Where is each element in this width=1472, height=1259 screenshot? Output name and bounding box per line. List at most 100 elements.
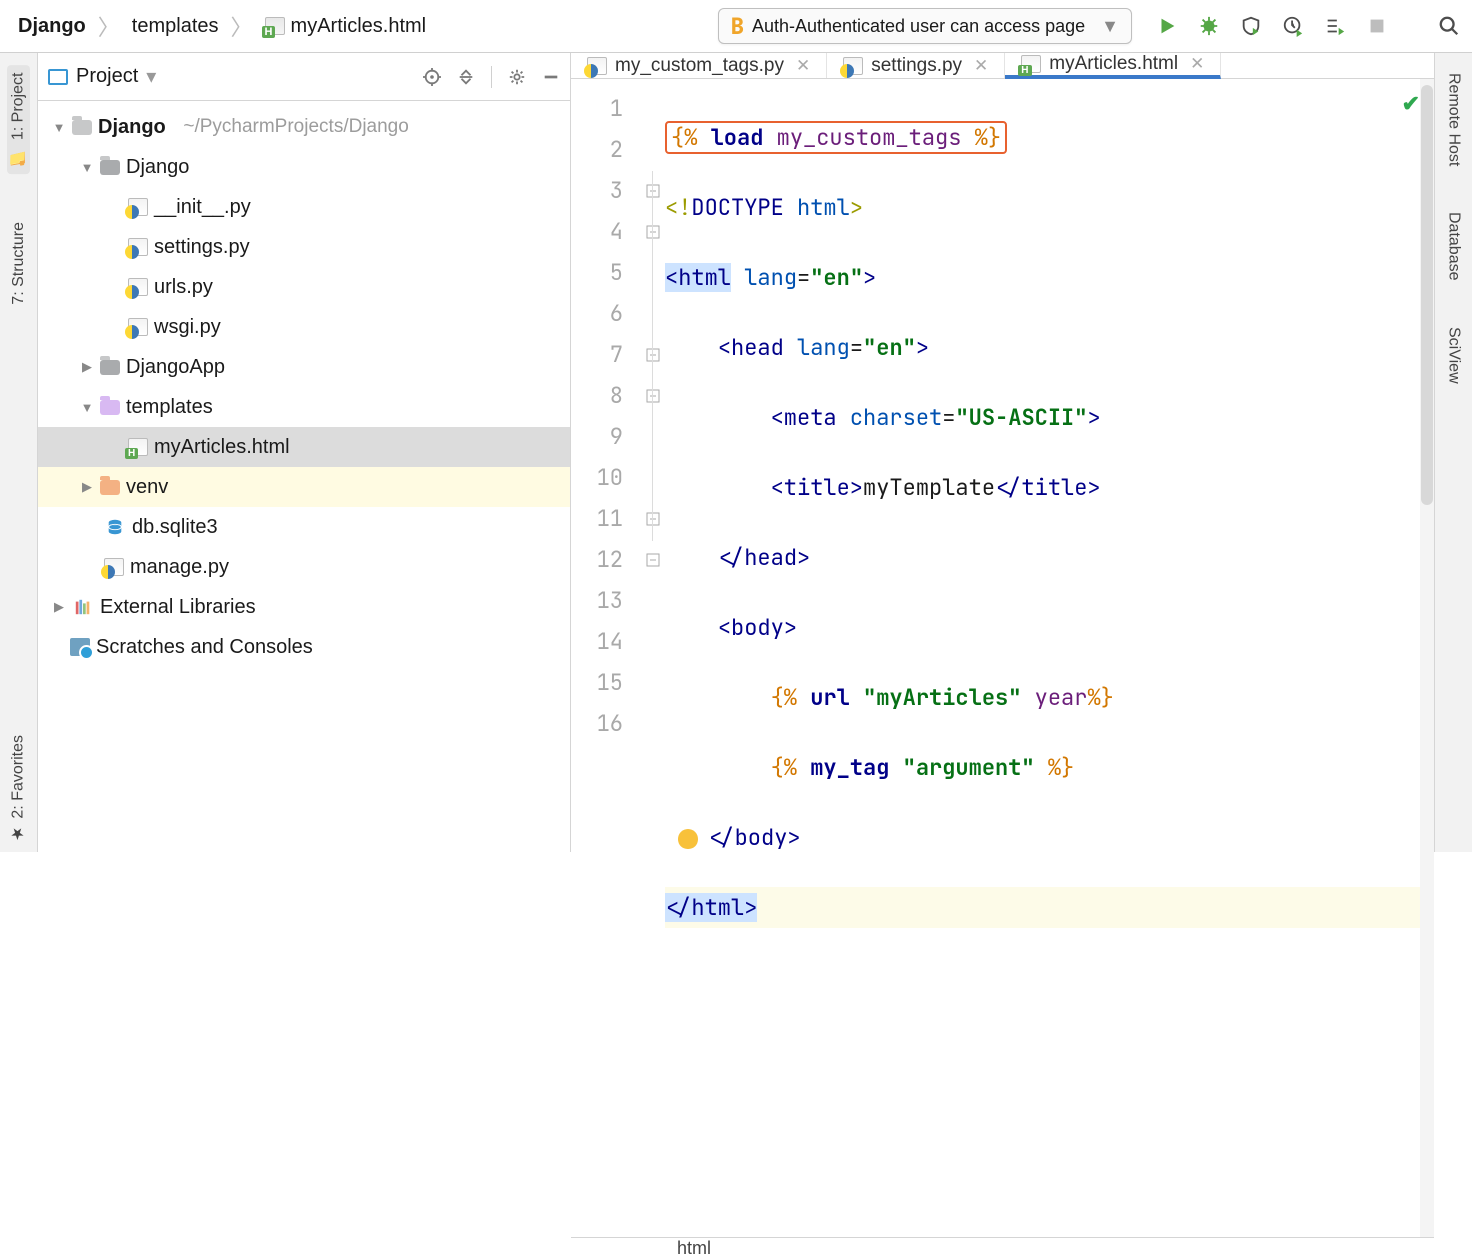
structure-tool-tab[interactable]: 7: Structure	[8, 214, 30, 313]
inspection-ok-icon[interactable]: ✔	[1402, 89, 1420, 118]
tree-item-label: templates	[126, 396, 213, 419]
breadcrumb-folder-label: templates	[132, 15, 219, 38]
run-toolbar	[1156, 15, 1460, 37]
profile-icon[interactable]	[1282, 15, 1304, 37]
editor-tab-1[interactable]: settings.py ✕	[827, 53, 1005, 78]
project-view-selector[interactable]: Project ▾	[48, 64, 156, 89]
expand-all-icon[interactable]	[457, 68, 475, 86]
tree-root-label: Django	[98, 116, 166, 139]
editor-tab-2[interactable]: myArticles.html✕	[1005, 53, 1221, 79]
close-icon[interactable]: ✕	[974, 56, 988, 76]
tree-item-label: manage.py	[130, 556, 229, 579]
tree-root[interactable]: ▼Django ~/PycharmProjects/Django	[38, 107, 570, 147]
tree-item-label: Django	[126, 156, 189, 179]
tree-item-label: settings.py	[154, 236, 250, 259]
structure-tool-label: 7: Structure	[10, 222, 28, 305]
right-tool-strip: Remote Host Database SciView	[1434, 53, 1472, 852]
breadcrumb-bar-label: html	[677, 1238, 711, 1259]
sciview-tool-tab[interactable]: SciView	[1443, 319, 1465, 392]
project-panel-title: Project	[76, 65, 138, 88]
locate-icon[interactable]	[423, 68, 441, 86]
project-tool-tab[interactable]: 📁1: Project	[7, 65, 30, 174]
stop-icon[interactable]	[1366, 15, 1388, 37]
html-file-icon	[128, 438, 148, 456]
breadcrumb-sep: 〉	[231, 10, 253, 42]
tree-item-label: venv	[126, 476, 168, 499]
tree-item-label: __init__.py	[154, 196, 251, 219]
project-panel: Project ▾ ▼Django ~/PycharmProjects/Djan…	[38, 53, 571, 852]
database-label: Database	[1445, 212, 1463, 281]
tree-file-init[interactable]: __init__.py	[38, 187, 570, 227]
editor-area: my_custom_tags.py ✕ settings.py ✕ myArticl…	[571, 53, 1434, 852]
run-coverage-icon[interactable]	[1240, 15, 1262, 37]
remote-host-label: Remote Host	[1445, 73, 1463, 166]
favorites-tool-tab[interactable]: ★2: Favorites	[7, 727, 30, 852]
tree-item-label: Scratches and Consoles	[96, 636, 313, 659]
top-toolbar: Django 〉 templates 〉 myArticles.html B A…	[0, 0, 1472, 53]
breadcrumb-folder[interactable]: templates	[126, 11, 225, 42]
tree-folder-djangoapp[interactable]: ▶DjangoApp	[38, 347, 570, 387]
sciview-label: SciView	[1445, 327, 1463, 384]
database-tool-tab[interactable]: Database	[1443, 204, 1465, 289]
behave-icon: B	[731, 12, 744, 41]
chevron-down-icon: ▾	[146, 64, 156, 89]
tab-label: my_custom_tags.py	[615, 55, 784, 77]
run-configuration-label: Auth-Authenticated user can access page	[752, 16, 1085, 37]
run-icon[interactable]	[1156, 15, 1178, 37]
libraries-icon	[72, 597, 94, 617]
debug-icon[interactable]	[1198, 15, 1220, 37]
python-file-icon	[128, 198, 148, 216]
tab-label: settings.py	[871, 55, 962, 77]
tree-folder-templates[interactable]: ▼templates	[38, 387, 570, 427]
tree-file-db[interactable]: db.sqlite3	[38, 507, 570, 547]
scrollbar-thumb[interactable]	[1421, 85, 1433, 505]
tree-file-urls[interactable]: urls.py	[38, 267, 570, 307]
tree-file-settings[interactable]: settings.py	[38, 227, 570, 267]
tree-file-myarticles[interactable]: myArticles.html	[38, 427, 570, 467]
project-panel-header: Project ▾	[38, 53, 570, 101]
chevron-down-icon: ▼	[1101, 16, 1119, 37]
editor-tab-0[interactable]: my_custom_tags.py ✕	[571, 53, 827, 78]
intention-bulb-icon[interactable]	[678, 829, 698, 849]
hide-icon[interactable]	[542, 68, 560, 86]
tree-scratches[interactable]: Scratches and Consoles	[38, 627, 570, 667]
python-file-icon	[128, 238, 148, 256]
fold-gutter[interactable]	[641, 79, 665, 1237]
concurrency-icon[interactable]	[1324, 15, 1346, 37]
remote-host-tool-tab[interactable]: Remote Host	[1443, 65, 1465, 174]
tree-folder-venv[interactable]: ▶venv	[38, 467, 570, 507]
database-icon	[104, 517, 126, 537]
close-icon[interactable]: ✕	[796, 56, 810, 76]
breadcrumb-bar[interactable]: html	[571, 1237, 1434, 1259]
breadcrumb-sep: 〉	[98, 10, 120, 42]
run-configuration-dropdown[interactable]: B Auth-Authenticated user can access pag…	[718, 8, 1132, 44]
python-file-icon	[128, 278, 148, 296]
tree-item-label: urls.py	[154, 276, 213, 299]
breadcrumb-root-label: Django	[18, 15, 86, 38]
editor-scrollbar[interactable]	[1420, 79, 1434, 1237]
breadcrumb-file[interactable]: myArticles.html	[259, 11, 433, 42]
python-file-icon	[104, 558, 124, 576]
tree-item-label: db.sqlite3	[132, 516, 218, 539]
tree-file-manage[interactable]: manage.py	[38, 547, 570, 587]
breadcrumb-root[interactable]: Django	[12, 11, 92, 42]
python-file-icon	[128, 318, 148, 336]
line-number-gutter[interactable]: 12345678910111213141516	[571, 79, 641, 1237]
code-content[interactable]: {% load my_custom_tags %} <!DOCTYPE html…	[665, 79, 1434, 1237]
folder-icon	[100, 160, 120, 175]
tree-file-wsgi[interactable]: wsgi.py	[38, 307, 570, 347]
project-tool-label: 1: Project	[10, 73, 28, 141]
tree-item-label: External Libraries	[100, 596, 256, 619]
html-file-icon	[1021, 55, 1041, 73]
python-file-icon	[843, 57, 863, 75]
folder-icon	[100, 360, 120, 375]
scratches-icon	[70, 638, 90, 656]
project-icon	[48, 69, 68, 85]
tree-item-label: wsgi.py	[154, 316, 221, 339]
tree-folder-django[interactable]: ▼Django	[38, 147, 570, 187]
search-icon[interactable]	[1438, 15, 1460, 37]
close-icon[interactable]: ✕	[1190, 54, 1204, 74]
code-editor[interactable]: 12345678910111213141516 {% load my_custo…	[571, 79, 1434, 1237]
gear-icon[interactable]	[508, 68, 526, 86]
tree-external-libraries[interactable]: ▶External Libraries	[38, 587, 570, 627]
